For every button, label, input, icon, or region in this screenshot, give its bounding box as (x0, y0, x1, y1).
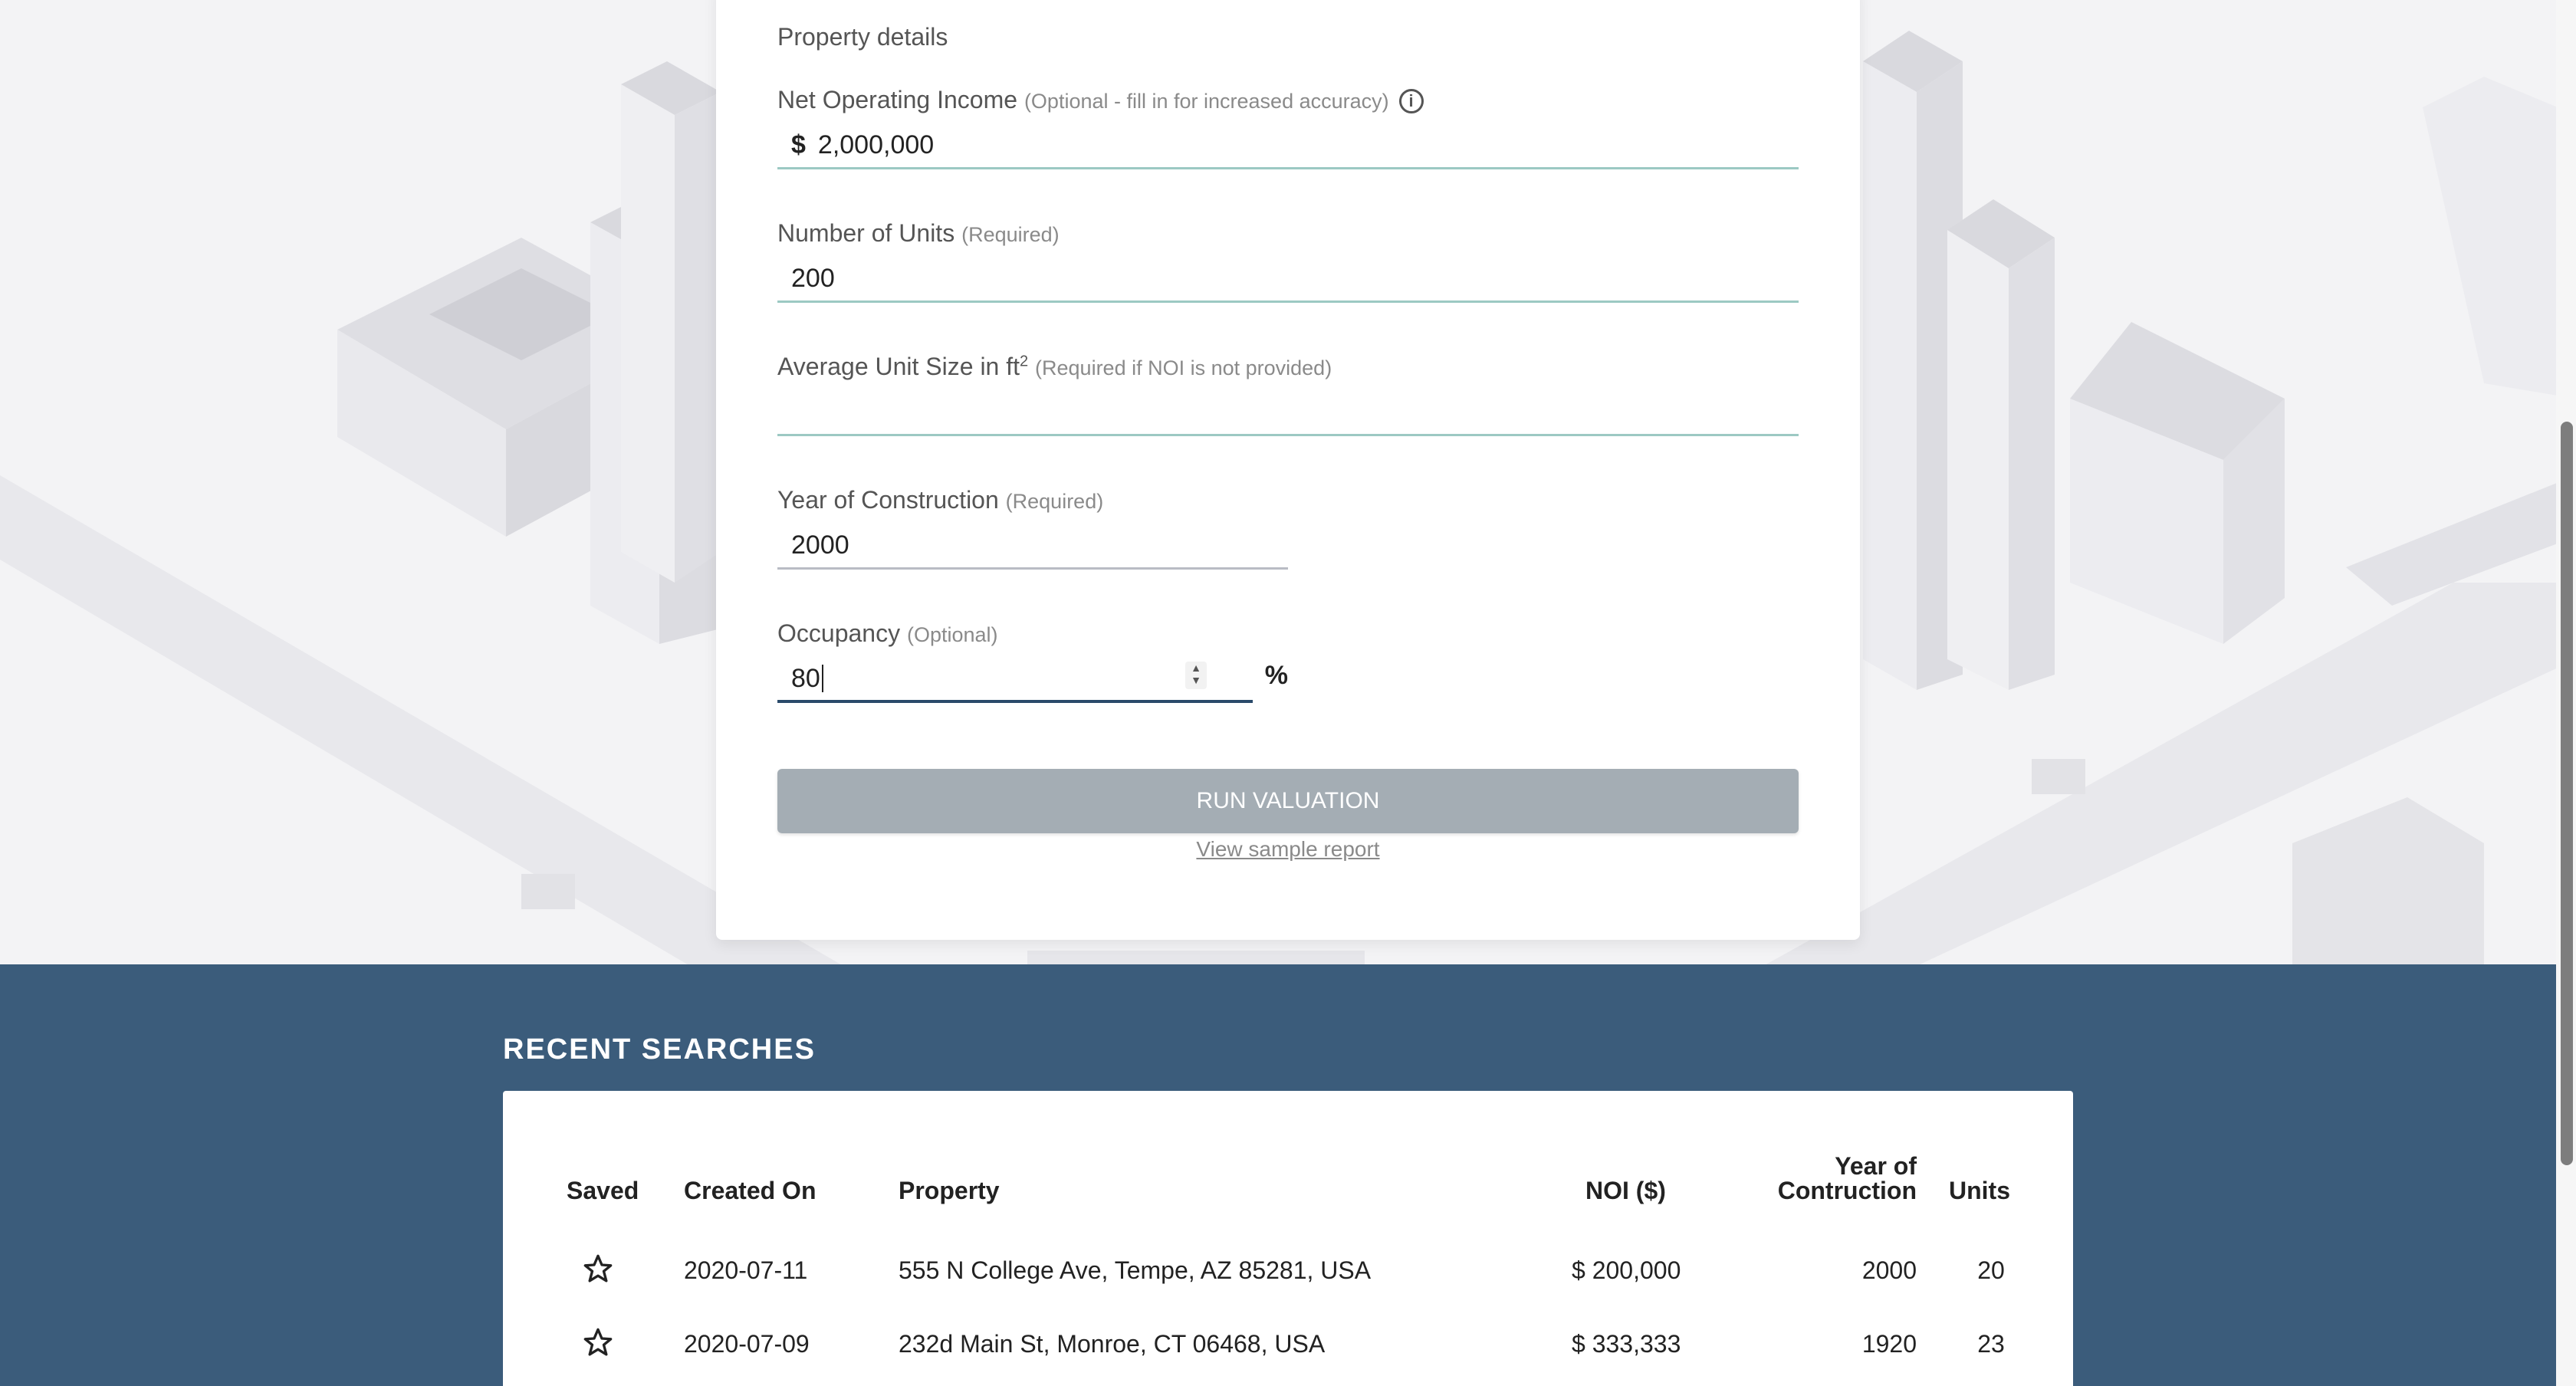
row-1-created: 2020-07-11 (684, 1256, 808, 1284)
units-label: Number of Units (Required) (777, 219, 1799, 248)
unit-size-field: Average Unit Size in ft2 (Required if NO… (777, 353, 1799, 436)
occupancy-label-text: Occupancy (777, 619, 901, 647)
unit-size-input[interactable] (777, 390, 1799, 436)
page-scrollbar[interactable] (2556, 0, 2576, 1386)
noi-label-text: Net Operating Income (777, 86, 1018, 113)
header-property: Property (899, 1177, 1000, 1204)
run-valuation-button[interactable]: RUN VALUATION (777, 769, 1799, 833)
recent-searches-table: Saved Created On Property NOI ($) Year o… (503, 1091, 2073, 1386)
recent-searches-title: RECENT SEARCHES (503, 1033, 816, 1066)
row-2-year: 1920 (1861, 1330, 1917, 1358)
units-hint: (Required) (961, 223, 1060, 246)
units-field: Number of Units (Required) 200 (777, 219, 1799, 303)
header-year-line2: Contruction (1777, 1177, 1917, 1204)
occupancy-hint: (Optional) (906, 623, 998, 646)
dollar-prefix: $ (791, 130, 806, 159)
unit-size-hint: (Required if NOI is not provided) (1035, 356, 1332, 379)
section-title: Property details (777, 23, 948, 51)
row-2-created: 2020-07-09 (684, 1330, 810, 1358)
noi-label: Net Operating Income (Optional - fill in… (777, 86, 1799, 114)
occupancy-field: Occupancy (Optional) 80 ▲ ▼ % (777, 619, 1288, 703)
star-icon[interactable] (583, 1253, 613, 1284)
row-2-property[interactable]: 232d Main St, Monroe, CT 06468, USA (899, 1330, 1325, 1358)
view-sample-report-link[interactable]: View sample report (716, 837, 1860, 862)
scrollbar-thumb[interactable] (2561, 422, 2573, 1165)
row-2-noi: $ 333,333 (1572, 1330, 1681, 1358)
units-input-value: 200 (791, 264, 835, 293)
year-field: Year of Construction (Required) 2000 (777, 486, 1288, 570)
occupancy-input-value: 80 (791, 663, 820, 693)
year-input-value: 2000 (791, 530, 849, 560)
units-label-text: Number of Units (777, 219, 955, 247)
occupancy-input[interactable]: 80 ▲ ▼ (777, 657, 1253, 703)
noi-input-value: 2,000,000 (817, 130, 935, 159)
info-icon[interactable]: i (1398, 89, 1424, 113)
unit-size-label: Average Unit Size in ft2 (Required if NO… (777, 353, 1799, 381)
row-1-noi: $ 200,000 (1572, 1256, 1681, 1284)
header-noi: NOI ($) (1585, 1177, 1666, 1204)
year-hint: (Required) (1005, 490, 1104, 513)
star-icon[interactable] (583, 1327, 613, 1358)
header-created-on: Created On (684, 1177, 816, 1204)
recent-searches-section: RECENT SEARCHES Saved Created On Propert… (0, 964, 2576, 1386)
noi-field: Net Operating Income (Optional - fill in… (777, 86, 1799, 169)
percent-suffix: % (1264, 661, 1288, 690)
noi-hint: (Optional - fill in for increased accura… (1024, 90, 1389, 113)
text-caret (821, 665, 823, 692)
header-units: Units (1949, 1177, 2010, 1204)
row-2-units: 23 (1977, 1330, 2005, 1358)
row-1-units: 20 (1977, 1256, 2005, 1284)
number-stepper-icon[interactable]: ▲ ▼ (1185, 662, 1207, 689)
unit-size-superscript: 2 (1020, 353, 1029, 370)
units-input[interactable]: 200 (777, 257, 1799, 303)
occupancy-label: Occupancy (Optional) (777, 619, 1288, 648)
unit-size-label-text: Average Unit Size in ft (777, 353, 1020, 380)
year-label-text: Year of Construction (777, 486, 999, 514)
property-form-card: Property details Net Operating Income (O… (716, 0, 1860, 940)
noi-input[interactable]: $ 2,000,000 (777, 123, 1799, 169)
header-saved: Saved (567, 1177, 639, 1204)
year-label: Year of Construction (Required) (777, 486, 1288, 514)
row-1-year: 2000 (1861, 1256, 1917, 1284)
row-1-property[interactable]: 555 N College Ave, Tempe, AZ 85281, USA (899, 1256, 1371, 1285)
year-input[interactable]: 2000 (777, 524, 1288, 570)
